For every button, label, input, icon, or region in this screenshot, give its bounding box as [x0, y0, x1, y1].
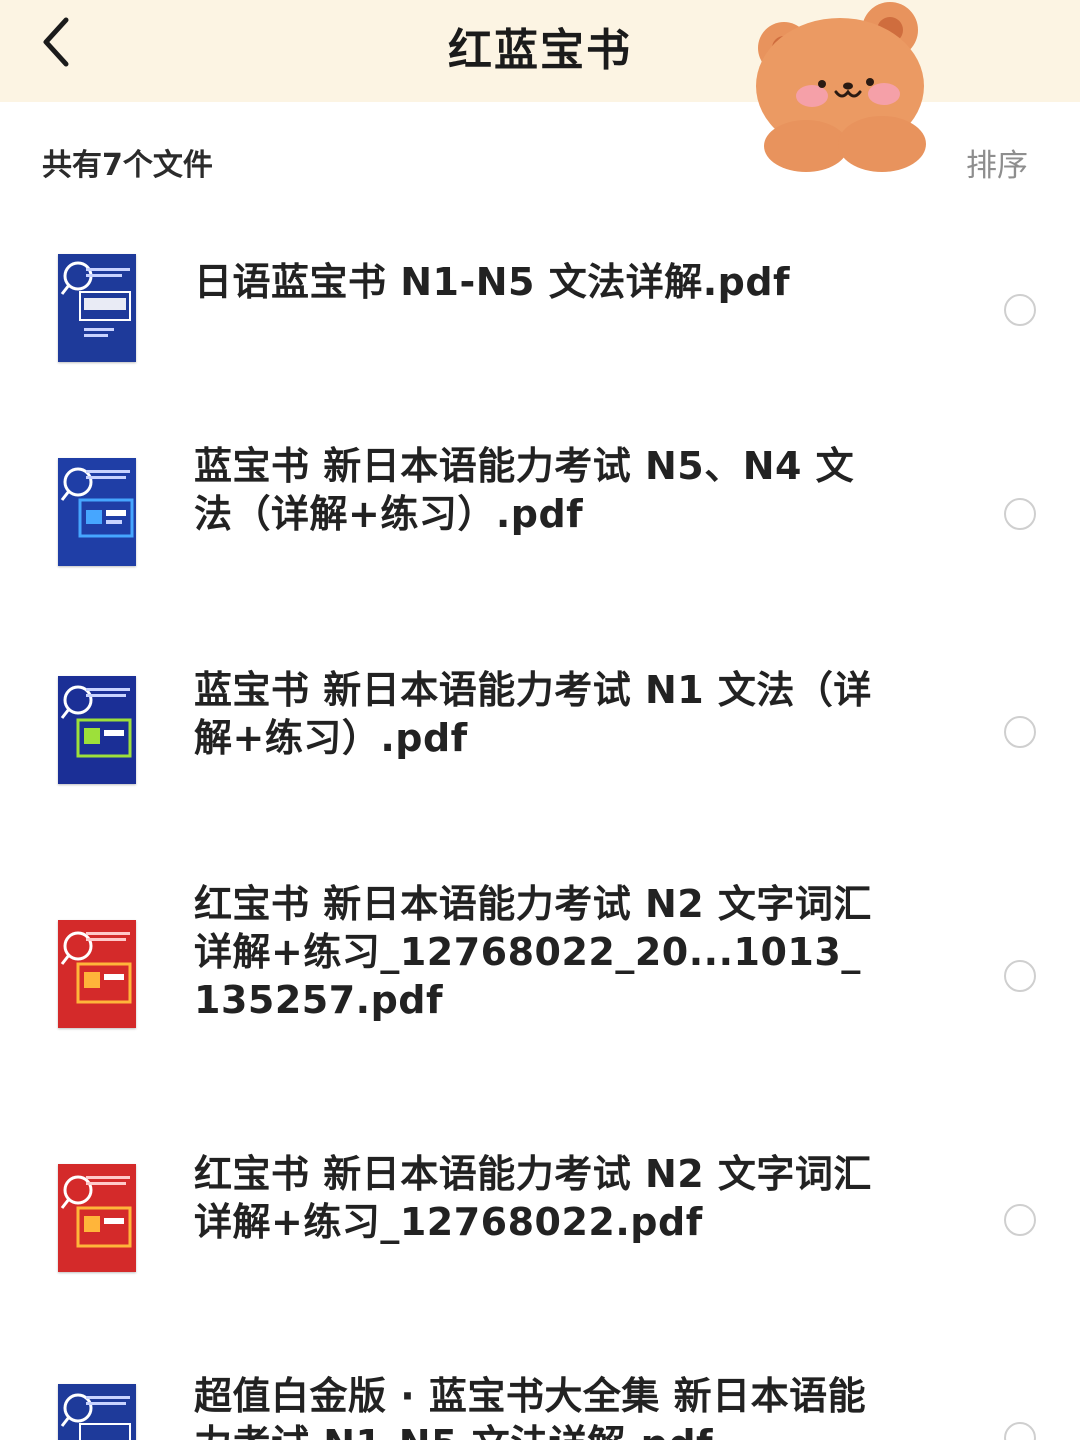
select-radio[interactable]: [1004, 1422, 1036, 1440]
file-thumbnail: [58, 676, 136, 784]
file-thumbnail: [58, 1384, 136, 1440]
select-radio[interactable]: [1004, 294, 1036, 326]
select-radio[interactable]: [1004, 960, 1036, 992]
file-name: 红宝书 新日本语能力考试 N2 文字词汇 详解+练习_12768022_20..…: [194, 882, 872, 1022]
file-name: 日语蓝宝书 N1-N5 文法详解.pdf: [194, 260, 791, 304]
file-count-label: 共有7个文件: [42, 148, 213, 183]
file-name: 蓝宝书 新日本语能力考试 N1 文法（详解+练习）.pdf: [194, 668, 872, 760]
file-name: 红宝书 新日本语能力考试 N2 文字词汇 详解+练习_12768022.pdf: [194, 1152, 872, 1244]
select-radio[interactable]: [1004, 1204, 1036, 1236]
select-radio[interactable]: [1004, 498, 1036, 530]
file-thumbnail: [58, 920, 136, 1028]
file-name: 超值白金版 · 蓝宝书大全集 新日本语能力考试 N1-N5 文法详解.pdf: [194, 1374, 867, 1440]
sort-button[interactable]: 排序: [966, 140, 1028, 185]
teddy-bear-sticker: [756, 2, 926, 172]
file-thumbnail: [58, 254, 136, 362]
file-thumbnail: [58, 458, 136, 566]
file-thumbnail: [58, 1164, 136, 1272]
select-radio[interactable]: [1004, 716, 1036, 748]
file-name: 蓝宝书 新日本语能力考试 N5、N4 文法（详解+练习）.pdf: [194, 444, 855, 536]
